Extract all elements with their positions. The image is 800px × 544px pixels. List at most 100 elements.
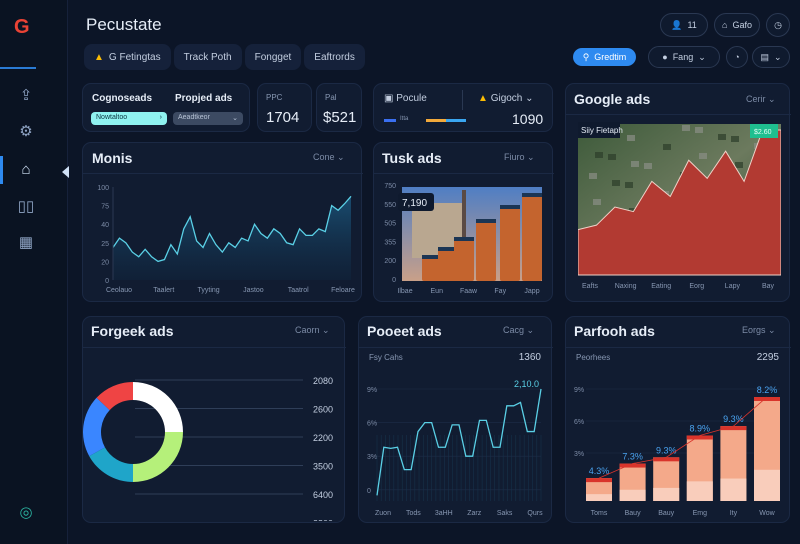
x-tick-label: Tods: [406, 510, 421, 517]
pal-value: $521: [323, 109, 357, 126]
bar-label: 9.3%: [656, 445, 677, 455]
rooftop: [627, 135, 635, 141]
copper-cylinder: [476, 219, 496, 281]
card-title: Parfooh ads: [574, 323, 655, 339]
dropdown-value: Fiuro: [504, 152, 525, 162]
y-tick-label: 3%: [367, 454, 377, 461]
tab-2[interactable]: Fongget: [244, 44, 302, 70]
pooeet-card: Pooeet ads Cacg ⌄ Fsy Cahs 1360 9% 6% 3% 0 2…: [358, 316, 553, 523]
card-dropdown[interactable]: Eorgs ⌄: [742, 325, 776, 336]
divider: [83, 173, 363, 174]
gafo-label: Gafo: [732, 20, 752, 30]
y-tick-label: 100: [97, 185, 109, 192]
bar-segment: [686, 481, 713, 501]
primary-button[interactable]: ⚲ Gredtim: [573, 48, 636, 66]
device-select[interactable]: ▤ ⌄: [752, 46, 790, 68]
card-dropdown[interactable]: Cacg ⌄: [503, 325, 534, 336]
bar-segment: [653, 487, 680, 501]
y-tick-label: 6%: [367, 421, 377, 428]
x-tick-label: Ilbae: [397, 288, 412, 295]
dropdown-value: Cerir: [746, 94, 766, 104]
y-tick-label: 3%: [574, 451, 584, 458]
slice-value: 3500: [313, 462, 333, 472]
person-icon: 👤: [671, 19, 683, 30]
divider: [566, 347, 791, 348]
gigoch-select[interactable]: ▲ Gigoch ⌄: [478, 93, 534, 104]
x-tick-label: Bauy: [625, 510, 641, 517]
x-tick-label: Tyyting: [198, 287, 220, 294]
analytics-icon[interactable]: ▦: [16, 233, 36, 253]
slice-value: 2200: [313, 433, 333, 443]
card-dropdown[interactable]: Caorn ⌄: [295, 325, 330, 336]
tab-1[interactable]: Track Poth: [173, 44, 242, 70]
x-tick-label: Wow: [759, 510, 775, 517]
x-tick-label: Naxing: [615, 283, 637, 290]
refresh-button[interactable]: ◔: [726, 46, 748, 68]
parfooh-card: Parfooh ads Eorgs ⌄ Peorhees 2295 9% 6% 3%…: [565, 316, 791, 523]
rooftop: [718, 134, 726, 140]
legend-bar-cyan: [446, 119, 466, 122]
card-dropdown[interactable]: Cerir ⌄: [746, 94, 776, 105]
tab-label: Track Poth: [183, 51, 232, 63]
x-tick-label: Ity: [730, 510, 738, 517]
line-area: [113, 196, 351, 280]
divider: [359, 347, 553, 348]
card-dropdown[interactable]: Fiuro ⌄: [504, 152, 535, 163]
gafo-button[interactable]: ⌂ Gafo: [714, 13, 760, 37]
collapse-arrow-icon[interactable]: [62, 166, 69, 178]
settings-icon[interactable]: ⚙: [16, 122, 36, 142]
fang-select[interactable]: ● Fang ⌄: [648, 46, 720, 68]
google-logo[interactable]: G: [14, 16, 30, 39]
x-tick-label: Qurs: [527, 510, 543, 517]
x-tick-label: Ceolauo: [106, 287, 132, 294]
x-tick-label: Feloare: [331, 287, 355, 294]
home-icon[interactable]: ⌂: [16, 160, 36, 180]
y-tick-label: 550: [384, 202, 396, 209]
rooftop: [608, 154, 616, 160]
card-title: Monis: [92, 150, 133, 166]
x-tick-label: 3aHH: [435, 510, 453, 517]
monis-card: Monis Cone ⌄ 100 75 40 25 20 0 Ceolauo Taalert T…: [82, 142, 363, 302]
active-indicator: [0, 156, 3, 184]
copper-cylinder: [500, 205, 520, 281]
y-tick-label: 25: [101, 241, 109, 248]
help-icon[interactable]: ◎: [16, 503, 36, 523]
parfooh-chart: 9%6%3%4.3%7.3%9.3%8.9%9.3%8.2%Toms Bauy Ba…: [574, 385, 780, 517]
y-tick-label: 750: [384, 183, 396, 190]
cylinder-cap: [522, 193, 542, 197]
overlay-label: Siiy Fietaph: [581, 126, 623, 135]
x-tick-label: Eorg: [689, 283, 704, 290]
chevron-down-icon: ⌄: [232, 115, 238, 122]
monis-chart: 100 75 40 25 20 0 Ceolauo Taalert Tyyting Jastoo T…: [97, 185, 355, 294]
card-dropdown[interactable]: Cone ⌄: [313, 152, 345, 163]
card-title: Google ads: [574, 91, 651, 107]
clock-button[interactable]: ◷: [766, 13, 790, 37]
donut-slice: [89, 447, 133, 482]
select-value: Gigoch: [490, 93, 523, 104]
bar-cap: [619, 463, 646, 468]
rooftop: [731, 136, 739, 142]
forgeek-card: Forgeek ads Caorn ⌄ 2080 2600 2200 3500 6400…: [82, 316, 346, 523]
bar-segment: [586, 494, 612, 501]
value-badge-label: $2.60: [754, 129, 772, 136]
divider: [374, 173, 554, 174]
y-tick-label: 505: [384, 221, 396, 228]
chart-subtitle: Fsy Cahs: [369, 353, 403, 362]
combo-label-2: Propjed ads: [175, 93, 233, 104]
combo-label-1: Cognoseads: [92, 93, 153, 104]
export-icon[interactable]: ⇪: [16, 86, 36, 106]
users-button[interactable]: 👤 11: [660, 13, 708, 37]
dropdown-value: Cone: [313, 152, 335, 162]
tab-3[interactable]: Eaftrords: [304, 44, 365, 70]
x-tick-label: Saks: [497, 510, 513, 517]
bar-label: 7.3%: [622, 452, 643, 462]
chart-subtitle: Peorhees: [576, 353, 611, 362]
google-ads-card: Google ads Cerir ⌄ Siiy Fietaph $2.60 Eaft…: [565, 83, 791, 302]
page-title: Pecustate: [86, 15, 162, 34]
combo-input-1[interactable]: Nowtaltoo ›: [91, 112, 167, 125]
bar-cap: [754, 397, 780, 401]
combo-input-2[interactable]: Aeadtkeor ⌄: [173, 112, 243, 125]
pocule-card: ▣ Pocule ▲ Gigoch ⌄ Itta 1090: [373, 83, 553, 132]
tab-0[interactable]: ▲ G Fetingtas: [84, 44, 171, 70]
library-icon[interactable]: ▯▯: [16, 197, 36, 217]
